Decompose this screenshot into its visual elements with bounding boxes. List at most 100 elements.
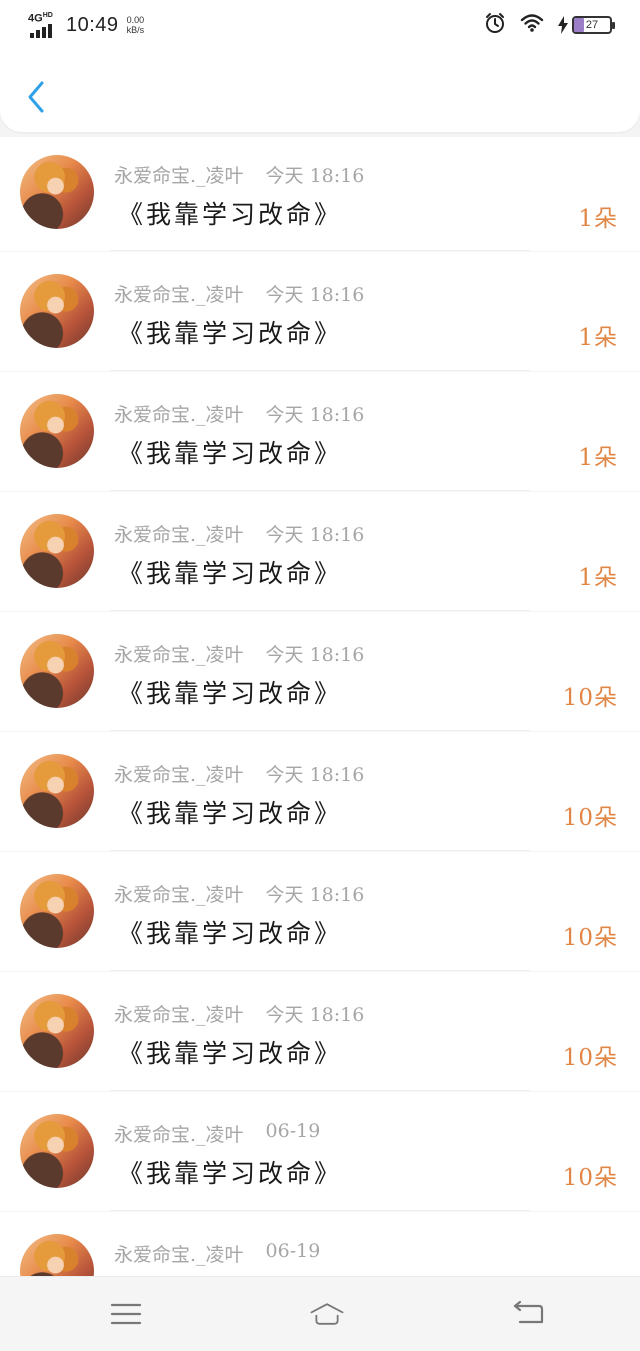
gift-amount: 1朵: [578, 444, 618, 471]
sender-name: 永爱命宝._凌叶: [114, 283, 244, 306]
avatar[interactable]: [20, 513, 94, 588]
nav-back-button[interactable]: [510, 1298, 546, 1330]
sender-name: 永爱命宝._凌叶: [114, 1243, 244, 1266]
record-time: 06-19: [265, 1119, 321, 1142]
alarm-icon: [484, 12, 506, 38]
list-item[interactable]: 永爱命宝._凌叶 今天 18:16 《我靠学习改命》 1朵: [0, 491, 640, 611]
record-time: 今天 18:16: [265, 1003, 365, 1026]
sender-name: 永爱命宝._凌叶: [114, 523, 244, 546]
record-time: 今天 18:16: [265, 643, 365, 666]
network-speed-value: 0.00: [126, 15, 145, 25]
record-meta: 永爱命宝._凌叶 06-19: [114, 1240, 320, 1267]
record-meta: 永爱命宝._凌叶 今天 18:16: [114, 161, 364, 188]
gift-amount: 10朵: [562, 924, 618, 951]
sender-name: 永爱命宝._凌叶: [114, 1003, 244, 1026]
menu-button[interactable]: [108, 1298, 144, 1330]
record-meta: 永爱命宝._凌叶 今天 18:16: [114, 520, 364, 547]
record-meta: 永爱命宝._凌叶 今天 18:16: [114, 1000, 364, 1027]
sender-name: 永爱命宝._凌叶: [114, 883, 244, 906]
avatar[interactable]: [20, 993, 94, 1068]
avatar[interactable]: [20, 873, 94, 948]
gift-amount: 1朵: [578, 206, 618, 232]
status-right: 27: [484, 12, 615, 38]
avatar[interactable]: [20, 1233, 94, 1276]
record-time: 今天 18:16: [265, 883, 365, 906]
book-title: 《我靠学习改命》: [118, 200, 343, 229]
charging-icon: 27: [558, 16, 615, 34]
record-meta: 永爱命宝._凌叶 06-19: [114, 1120, 320, 1147]
list-item[interactable]: 永爱命宝._凌叶 今天 18:16 《我靠学习改命》 10朵: [0, 971, 640, 1091]
list-item[interactable]: 永爱命宝._凌叶 今天 18:16 《我靠学习改命》 1朵: [0, 371, 640, 491]
back-icon: [513, 1301, 544, 1324]
menu-icon: [110, 1303, 142, 1325]
network-label: 4G: [28, 12, 43, 25]
gift-amount: 1朵: [578, 324, 618, 351]
network-type: 4GHD: [28, 12, 53, 25]
sender-name: 永爱命宝._凌叶: [114, 643, 244, 666]
network-hd-label: HD: [42, 12, 53, 19]
book-title: 《我靠学习改命》: [118, 558, 343, 588]
book-title: 《我靠学习改命》: [118, 1038, 343, 1068]
book-title: 《我靠学习改命》: [118, 438, 343, 468]
signal-bar: [36, 30, 40, 38]
record-time: 今天 18:16: [265, 283, 365, 306]
list-item[interactable]: 永爱命宝._凌叶 今天 18:16 《我靠学习改命》 10朵: [0, 851, 640, 971]
gift-amount: 10朵: [562, 1164, 618, 1191]
list-item[interactable]: 永爱命宝._凌叶 今天 18:16 《我靠学习改命》 10朵: [0, 611, 640, 731]
record-meta: 永爱命宝._凌叶 今天 18:16: [114, 640, 364, 667]
avatar[interactable]: [20, 753, 94, 828]
system-nav-bar: [0, 1276, 640, 1351]
status-time: 10:49: [66, 13, 119, 36]
record-meta: 永爱命宝._凌叶 今天 18:16: [114, 760, 364, 787]
record-time: 06-19: [265, 1239, 321, 1262]
battery-icon: 27: [572, 16, 615, 34]
gift-record-list[interactable]: 永爱命宝._凌叶 今天 18:16 《我靠学习改命》 1朵 永爱命宝._凌叶 今天 18:…: [0, 132, 640, 1276]
header-card: 4GHD 10:49 0.00 kB/s 27: [0, 0, 640, 132]
gift-amount: 10朵: [562, 804, 618, 831]
back-button[interactable]: [18, 76, 54, 118]
home-button[interactable]: [309, 1298, 345, 1330]
signal-bar: [48, 24, 52, 38]
gift-amount: 10朵: [562, 1044, 618, 1071]
home-icon: [310, 1303, 344, 1325]
record-time: 今天 18:16: [265, 165, 365, 187]
network-speed: 0.00 kB/s: [127, 15, 145, 35]
list-item[interactable]: 永爱命宝._凌叶 今天 18:16 《我靠学习改命》 1朵: [0, 251, 640, 371]
network-speed-unit: kB/s: [126, 25, 145, 35]
avatar[interactable]: [20, 393, 94, 468]
record-meta: 永爱命宝._凌叶 今天 18:16: [114, 880, 364, 907]
list-item[interactable]: 永爱命宝._凌叶 今天 18:16 《我靠学习改命》 10朵: [0, 731, 640, 851]
app-screen: 4GHD 10:49 0.00 kB/s 27 永爱命宝._凌叶 今天 18:1…: [0, 0, 640, 1351]
list-item[interactable]: 永爱命宝._凌叶 06-19 《我靠学习改命》 10朵: [0, 1091, 640, 1211]
avatar[interactable]: [20, 633, 94, 708]
list-item[interactable]: 永爱命宝._凌叶06-19《我靠学习改命》: [0, 1211, 640, 1276]
avatar[interactable]: [20, 273, 94, 348]
cellular-signal-icon: 4GHD: [28, 12, 58, 38]
gift-amount: 1朵: [578, 564, 618, 591]
book-title: 《我靠学习改命》: [118, 318, 343, 348]
list-item[interactable]: 永爱命宝._凌叶 今天 18:16 《我靠学习改命》 1朵: [0, 137, 640, 251]
book-title: 《我靠学习改命》: [118, 1158, 343, 1188]
record-meta: 永爱命宝._凌叶 今天 18:16: [114, 280, 364, 307]
chevron-left-icon: [28, 81, 44, 113]
avatar[interactable]: [20, 155, 94, 229]
record-time: 今天 18:16: [265, 763, 365, 786]
record-meta: 永爱命宝._凌叶 今天 18:16: [114, 400, 364, 427]
book-title: 《我靠学习改命》: [118, 798, 343, 828]
sender-name: 永爱命宝._凌叶: [114, 403, 244, 426]
record-time: 今天 18:16: [265, 523, 365, 546]
battery-percent: 27: [585, 19, 599, 31]
signal-bar: [42, 27, 46, 38]
status-left: 4GHD 10:49 0.00 kB/s: [28, 12, 144, 38]
sender-name: 永爱命宝._凌叶: [114, 165, 244, 187]
sender-name: 永爱命宝._凌叶: [114, 763, 244, 786]
sender-name: 永爱命宝._凌叶: [114, 1123, 244, 1146]
book-title: 《我靠学习改命》: [118, 678, 343, 708]
book-title: 《我靠学习改命》: [118, 918, 343, 948]
record-time: 今天 18:16: [265, 403, 365, 426]
status-bar: 4GHD 10:49 0.00 kB/s 27: [0, 0, 640, 50]
wifi-icon: [520, 13, 544, 37]
signal-bar: [30, 33, 34, 38]
avatar[interactable]: [20, 1113, 94, 1188]
signal-bars: [30, 24, 52, 38]
